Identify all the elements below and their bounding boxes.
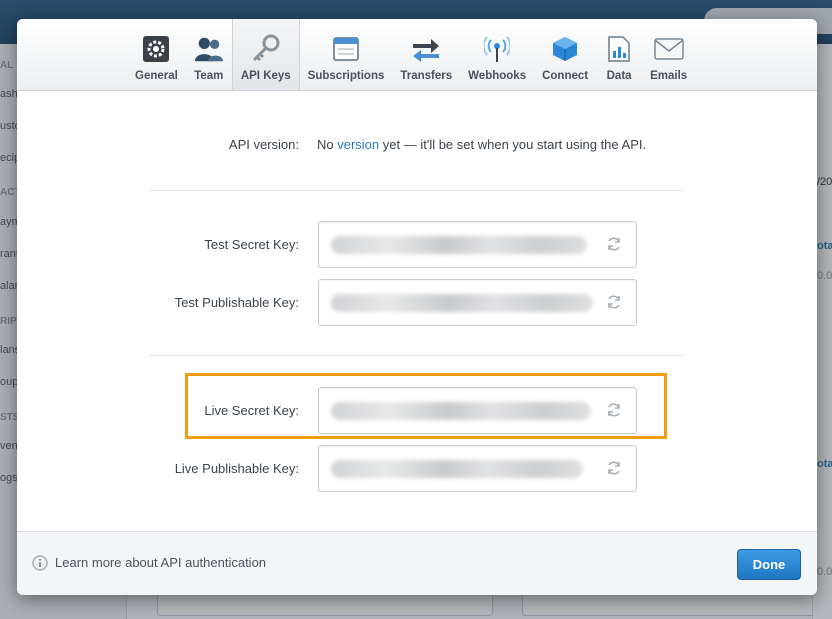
api-keys-panel: API version: No version yet — it'll be s…	[17, 91, 817, 531]
refresh-icon[interactable]	[606, 236, 622, 252]
transfers-icon	[411, 34, 441, 64]
api-version-suffix: yet — it'll be set when you start using …	[379, 137, 647, 152]
tab-transfers[interactable]: Transfers	[392, 19, 460, 90]
connect-icon	[550, 34, 580, 64]
live-secret-key-highlight	[185, 373, 667, 439]
tab-label: Connect	[542, 70, 589, 82]
tab-emails[interactable]: Emails	[642, 19, 695, 90]
tab-label: Team	[194, 70, 224, 82]
info-icon	[32, 555, 48, 571]
subscriptions-icon	[331, 34, 361, 64]
redacted-key-value	[331, 236, 587, 254]
tab-label: Webhooks	[468, 70, 527, 82]
tab-webhooks[interactable]: Webhooks	[460, 19, 534, 90]
refresh-icon[interactable]	[606, 294, 622, 310]
tab-subscriptions[interactable]: Subscriptions	[300, 19, 393, 90]
settings-tab-bar: General Team API Keys Subscriptions Tran…	[17, 19, 817, 91]
tab-label: Transfers	[400, 70, 453, 82]
refresh-icon[interactable]	[606, 460, 622, 476]
api-version-text: No version yet — it'll be set when you s…	[317, 137, 646, 152]
tab-connect[interactable]: Connect	[534, 19, 596, 90]
api-auth-help-link[interactable]: Learn more about API authentication	[55, 555, 266, 570]
test-publishable-key-label: Test Publishable Key:	[174, 295, 299, 310]
data-icon	[604, 34, 634, 64]
modal-footer: Learn more about API authentication Done	[17, 531, 817, 595]
api-version-label: API version:	[228, 137, 299, 152]
tab-team[interactable]: Team	[186, 19, 232, 90]
tab-label: Data	[606, 70, 632, 82]
webhooks-icon	[482, 34, 512, 64]
redacted-key-value	[331, 294, 593, 312]
test-publishable-key-field[interactable]	[318, 279, 637, 326]
key-icon	[251, 34, 281, 64]
section-divider	[149, 190, 684, 191]
live-publishable-key-label: Live Publishable Key:	[174, 461, 299, 476]
api-version-prefix: No	[317, 137, 338, 152]
redacted-key-value	[331, 460, 583, 478]
tab-general[interactable]: General	[127, 19, 186, 90]
tab-label: General	[135, 70, 178, 82]
tab-api-keys[interactable]: API Keys	[231, 19, 300, 90]
emails-icon	[653, 34, 684, 64]
done-button[interactable]: Done	[737, 549, 801, 580]
api-version-link[interactable]: version	[337, 137, 379, 152]
tab-label: Subscriptions	[307, 70, 385, 82]
team-icon	[194, 34, 224, 64]
tab-data[interactable]: Data	[596, 19, 642, 90]
live-publishable-key-field[interactable]	[318, 445, 637, 492]
account-settings-modal: General Team API Keys Subscriptions Tran…	[17, 19, 817, 595]
tab-label: API Keys	[240, 70, 291, 82]
test-secret-key-label: Test Secret Key:	[204, 237, 299, 252]
test-secret-key-field[interactable]	[318, 221, 637, 268]
tab-label: Emails	[650, 70, 688, 82]
gear-icon	[141, 34, 171, 64]
section-divider	[149, 355, 684, 356]
